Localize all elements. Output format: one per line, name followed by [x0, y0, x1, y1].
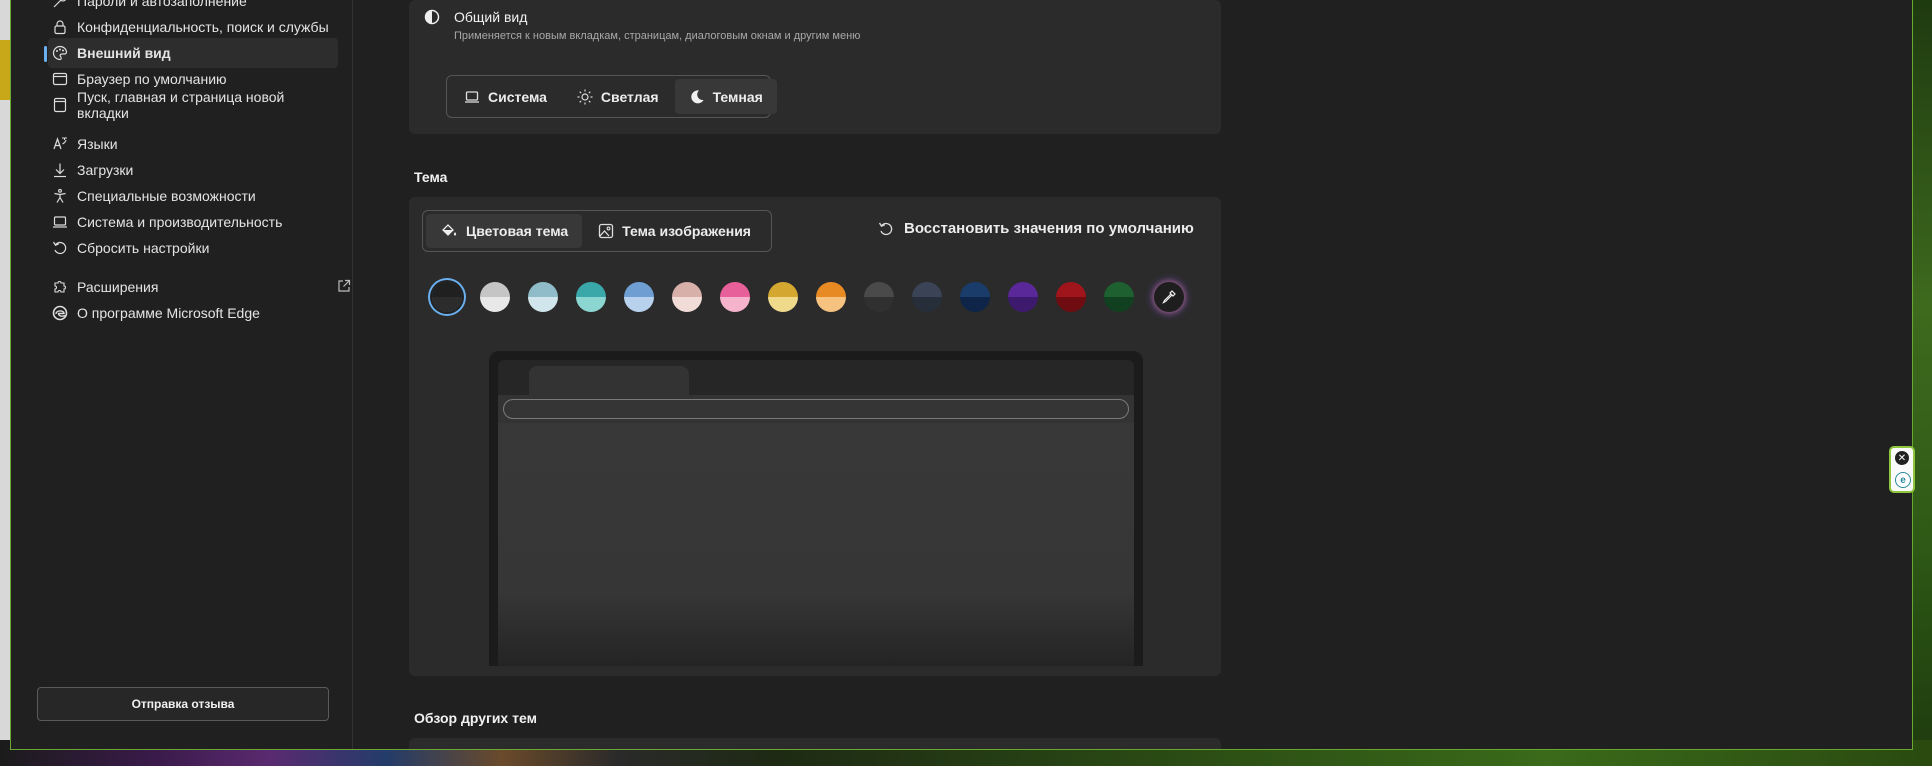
color-swatch[interactable]	[672, 282, 702, 312]
color-swatch[interactable]	[1104, 282, 1134, 312]
sidebar-item-label: О программе Microsoft Edge	[77, 305, 260, 321]
moon-icon	[690, 89, 704, 103]
home-page-icon	[52, 97, 68, 113]
appearance-mode-selector: Система Светлая Темная	[446, 75, 777, 118]
mode-system-label: Система	[488, 88, 547, 105]
browser-icon	[52, 71, 68, 87]
laptop-icon	[52, 214, 68, 230]
reset-defaults-button[interactable]: Восстановить значения по умолчанию	[878, 220, 1194, 237]
close-icon[interactable]: ✕	[1895, 451, 1909, 465]
color-swatch[interactable]	[624, 282, 654, 312]
sidebar-item-label: Специальные возможности	[77, 188, 256, 204]
desktop-background-right	[1910, 0, 1932, 766]
image-theme-tab[interactable]: Тема изображения	[584, 214, 765, 248]
color-swatch[interactable]	[864, 282, 894, 312]
sidebar-item-label: Расширения	[77, 279, 159, 295]
sidebar-item-label: Браузер по умолчанию	[77, 71, 227, 87]
color-swatch[interactable]	[720, 282, 750, 312]
download-icon	[52, 162, 68, 178]
mode-dark-button[interactable]: Темная	[674, 79, 777, 114]
sidebar-item-label: Пароли и автозаполнение	[77, 0, 247, 9]
puzzle-icon	[52, 279, 68, 295]
paint-bucket-icon	[442, 224, 457, 236]
overall-appearance-description: Применяется к новым вкладкам, страницам,…	[454, 30, 861, 42]
preview-tab	[529, 366, 689, 396]
palette-icon	[52, 45, 68, 61]
reset-icon	[52, 240, 68, 256]
sidebar-item-label: Языки	[77, 136, 118, 152]
key-icon	[52, 0, 68, 9]
color-swatch[interactable]	[912, 282, 942, 312]
theme-section-title: Тема	[414, 169, 448, 185]
open-external-icon[interactable]	[337, 279, 351, 296]
edge-icon[interactable]: e	[1895, 472, 1911, 488]
mode-light-label: Светлая	[600, 88, 659, 105]
sidebar-item-9[interactable]: Сбросить настройки	[48, 233, 338, 263]
reset-defaults-label: Восстановить значения по умолчанию	[904, 220, 1194, 237]
settings-sidebar: Пароли и автозаполнение Конфиденциальност…	[11, 0, 353, 749]
other-themes-card	[409, 738, 1221, 749]
mode-system-button[interactable]: Система	[450, 79, 561, 114]
color-swatch[interactable]	[960, 282, 990, 312]
floating-widget: ✕ e	[1889, 446, 1915, 493]
color-swatch[interactable]	[1056, 282, 1086, 312]
mode-dark-label: Темная	[712, 88, 763, 105]
theme-preview	[489, 351, 1143, 666]
other-themes-title: Обзор других тем	[414, 710, 537, 726]
laptop-icon	[465, 90, 479, 103]
sidebar-item-label: Сбросить настройки	[77, 240, 210, 256]
color-theme-label: Цветовая тема	[466, 223, 569, 239]
edge-settings-window: Пароли и автозаполнение Конфиденциальност…	[10, 0, 1913, 750]
sidebar-item-4[interactable]: Пуск, главная и страница новой вкладки	[48, 89, 338, 121]
overall-appearance-card: Общий вид Применяется к новым вкладкам, …	[409, 0, 1221, 134]
color-swatch[interactable]	[576, 282, 606, 312]
image-theme-label: Тема изображения	[622, 223, 751, 239]
feedback-button[interactable]: Отправка отзыва	[37, 687, 329, 721]
theme-type-selector: Цветовая тема Тема изображения	[422, 210, 772, 252]
accessibility-icon	[52, 188, 68, 204]
color-swatch[interactable]	[480, 282, 510, 312]
reset-icon	[878, 222, 893, 235]
color-swatch[interactable]	[816, 282, 846, 312]
color-swatch[interactable]	[768, 282, 798, 312]
mode-light-button[interactable]: Светлая	[563, 79, 673, 114]
sidebar-item-label: Конфиденциальность, поиск и службы	[77, 19, 329, 35]
edge-logo-icon	[52, 305, 68, 321]
language-icon	[52, 136, 68, 152]
sidebar-item-label: Загрузки	[77, 162, 134, 178]
color-swatch[interactable]	[528, 282, 558, 312]
preview-address-bar	[503, 399, 1129, 419]
lock-icon	[52, 19, 68, 35]
color-theme-tab[interactable]: Цветовая тема	[426, 214, 583, 248]
eyedropper-icon	[1162, 290, 1176, 304]
sun-icon	[577, 89, 593, 104]
overall-appearance-title: Общий вид	[454, 9, 528, 25]
image-icon	[599, 223, 614, 239]
preview-page-body	[498, 423, 1134, 666]
sidebar-item-label: Внешний вид	[77, 45, 171, 61]
contrast-icon	[424, 9, 440, 30]
sidebar-item-label: Пуск, главная и страница новой вкладки	[77, 89, 285, 121]
color-swatch[interactable]	[1008, 282, 1038, 312]
custom-color-picker-button[interactable]	[1154, 282, 1184, 312]
sidebar-item-label: Система и производительность	[77, 214, 283, 230]
color-swatch[interactable]	[432, 282, 462, 312]
sidebar-item-11[interactable]: О программе Microsoft Edge	[48, 298, 338, 328]
